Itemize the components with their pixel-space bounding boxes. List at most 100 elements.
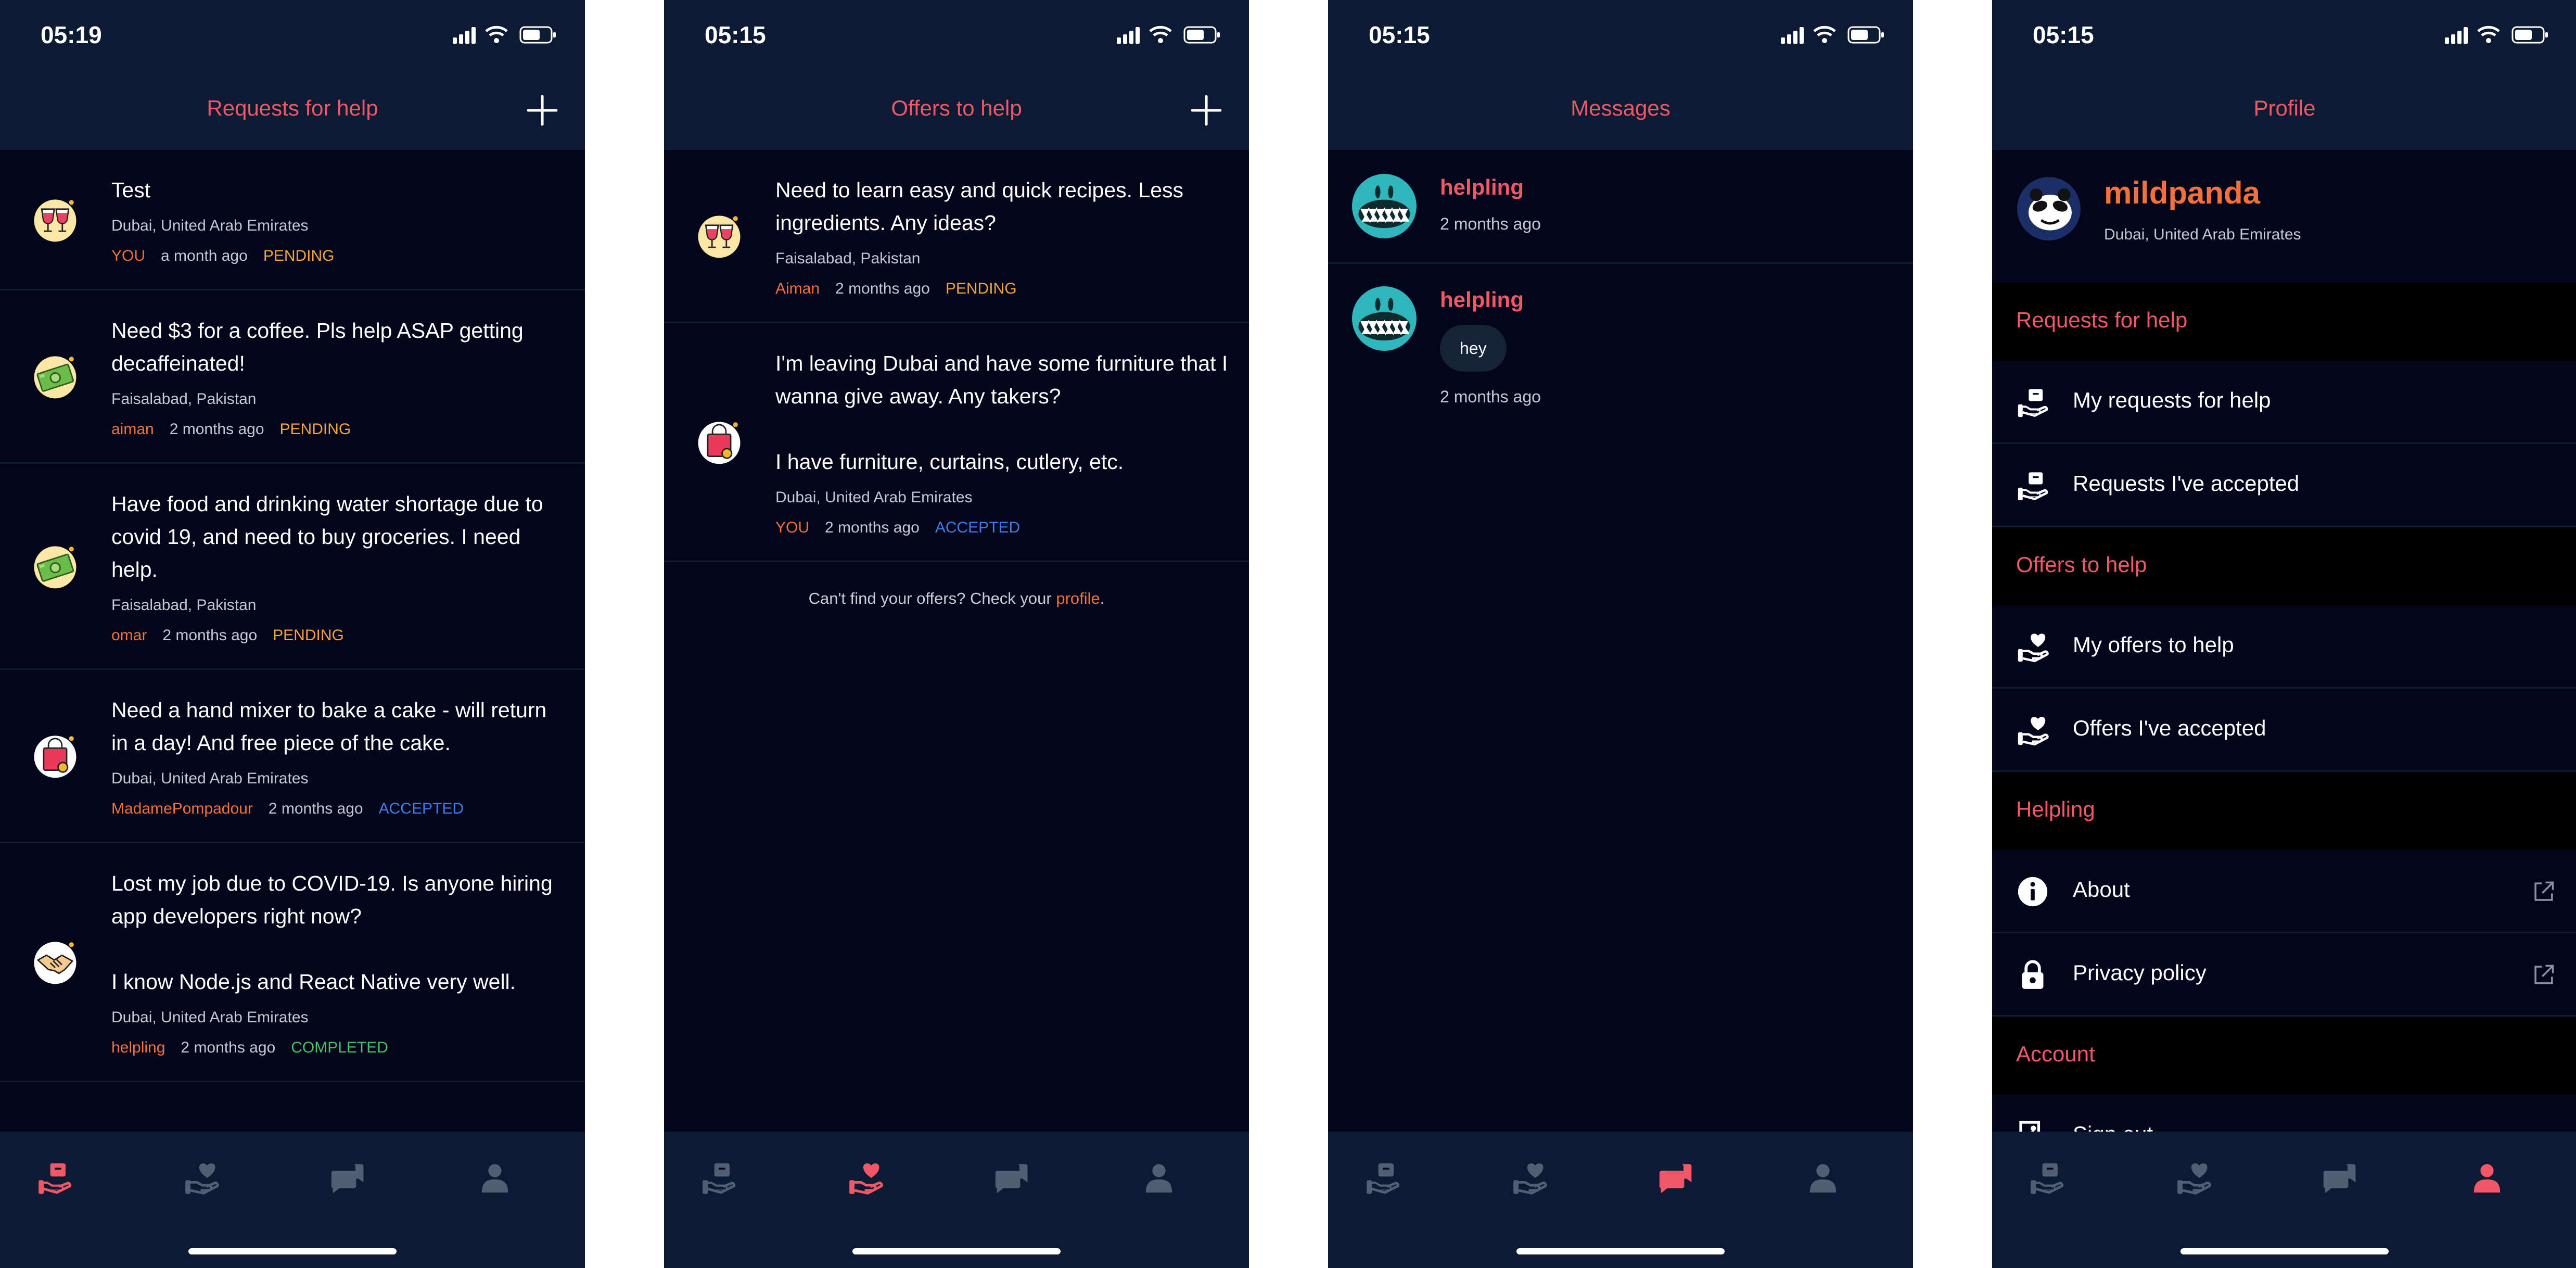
add-button[interactable] xyxy=(1190,94,1223,127)
menu-item[interactable]: Offers I've accepted xyxy=(1992,689,2576,772)
card-user[interactable]: Aiman xyxy=(775,280,820,297)
card-age: 2 months ago xyxy=(162,627,258,644)
section-header: Account xyxy=(1992,1017,2576,1095)
card-title: I'm leaving Dubai and have some furnitur… xyxy=(775,351,1228,474)
card-location: Faisalabad, Pakistan xyxy=(775,250,921,267)
tab-messages[interactable] xyxy=(2322,1160,2358,1196)
profile-link[interactable]: profile xyxy=(1056,589,1100,607)
card-title: Need to learn easy and quick recipes. Le… xyxy=(775,178,1184,235)
card-user[interactable]: MadamePompadour xyxy=(111,800,253,817)
tab-profile[interactable] xyxy=(1805,1160,1841,1196)
profile-header: mildpanda Dubai, United Arab Emirates xyxy=(1992,150,2576,283)
phone-screen-2: 05:15 Offers to help Need to learn easy an… xyxy=(664,0,1249,1268)
tab-profile[interactable] xyxy=(477,1160,513,1196)
plus-icon xyxy=(526,94,559,127)
request-card[interactable]: Need to learn easy and quick recipes. Le… xyxy=(664,150,1249,323)
signal-wifi-battery-icon xyxy=(453,23,562,46)
clock: 05:15 xyxy=(705,21,766,48)
add-button[interactable] xyxy=(526,94,559,127)
status-bar: 05:15 xyxy=(664,0,1249,73)
page-title: Profile xyxy=(2253,96,2316,120)
card-age: 2 months ago xyxy=(825,519,920,536)
signal-wifi-battery-icon xyxy=(1117,23,1226,46)
signal-wifi-battery-icon xyxy=(2445,23,2554,46)
tab-messages[interactable] xyxy=(330,1160,366,1196)
hand-heart-icon xyxy=(847,1160,884,1196)
card-user[interactable]: YOU xyxy=(111,247,145,264)
menu-item[interactable]: My requests for help xyxy=(1992,361,2576,444)
menu-label: My offers to help xyxy=(2073,632,2234,657)
phone-screen-4: 05:15 Profile mildpanda Dubai, United Arab … xyxy=(1992,0,2576,1268)
request-card[interactable]: Test Dubai, United Arab Emirates YOU a mont… xyxy=(0,150,585,290)
conversation-item[interactable]: helpling hey 2 months ago xyxy=(1328,262,1913,419)
menu-item[interactable]: Privacy policy xyxy=(1992,933,2576,1017)
tab-messages[interactable] xyxy=(1658,1160,1694,1196)
section-label: Requests for help xyxy=(2016,308,2188,332)
conversation-time: 2 months ago xyxy=(1440,214,1541,233)
section-header: Helpling xyxy=(1992,772,2576,850)
tab-offers[interactable] xyxy=(183,1160,220,1196)
wine-glass-icon xyxy=(695,212,743,260)
menu-item[interactable]: About xyxy=(1992,850,2576,933)
shopping-bag-icon xyxy=(31,732,79,780)
card-meta: helpling 2 months ago COMPLETED xyxy=(111,1039,388,1057)
info-icon xyxy=(2016,875,2049,908)
conversation-name: helpling xyxy=(1440,175,1524,199)
home-indicator xyxy=(188,1248,397,1254)
tab-profile[interactable] xyxy=(1141,1160,1177,1196)
status-badge: ACCEPTED xyxy=(935,519,1021,536)
external-link-icon xyxy=(2532,880,2555,903)
card-title: Need a hand mixer to bake a cake - will … xyxy=(111,698,547,755)
home-indicator xyxy=(2180,1248,2389,1254)
wine-glass-icon xyxy=(31,196,79,244)
card-user[interactable]: aiman xyxy=(111,421,154,438)
tab-messages[interactable] xyxy=(994,1160,1030,1196)
card-user[interactable]: omar xyxy=(111,627,147,644)
menu-item[interactable]: My offers to help xyxy=(1992,605,2576,689)
money-icon xyxy=(31,352,79,400)
tab-requests[interactable] xyxy=(1364,1160,1401,1196)
tab-offers[interactable] xyxy=(2175,1160,2212,1196)
tab-requests[interactable] xyxy=(36,1160,73,1196)
tab-bar xyxy=(0,1132,585,1268)
profile-location: Dubai, United Arab Emirates xyxy=(2104,226,2301,243)
status-badge: PENDING xyxy=(945,280,1017,297)
tab-profile[interactable] xyxy=(2469,1160,2505,1196)
conversation-item[interactable]: helpling 2 months ago xyxy=(1328,150,1913,264)
menu-label: Privacy policy xyxy=(2073,960,2207,985)
monster-avatar xyxy=(1352,286,1417,351)
person-icon xyxy=(1805,1160,1841,1196)
shopping-bag-icon xyxy=(695,418,743,466)
status-badge: PENDING xyxy=(273,627,344,644)
section-label: Helpling xyxy=(2016,797,2095,821)
card-location: Faisalabad, Pakistan xyxy=(111,390,257,408)
request-card[interactable]: Lost my job due to COVID-19. Is anyone h… xyxy=(0,843,585,1082)
hand-box-icon xyxy=(1364,1160,1401,1196)
home-indicator xyxy=(1516,1248,1725,1254)
phone-screen-3: 05:15 Messages helpling 2 months ago helplin… xyxy=(1328,0,1913,1268)
request-card[interactable]: I'm leaving Dubai and have some furnitur… xyxy=(664,323,1249,562)
tab-requests[interactable] xyxy=(700,1160,737,1196)
footer-end: . xyxy=(1100,589,1105,607)
tab-offers[interactable] xyxy=(847,1160,884,1196)
hand-heart-icon xyxy=(1511,1160,1548,1196)
request-card[interactable]: Have food and drinking water shortage du… xyxy=(0,464,585,670)
card-user[interactable]: YOU xyxy=(775,519,809,536)
status-bar: 05:19 xyxy=(0,0,585,73)
tab-offers[interactable] xyxy=(1511,1160,1548,1196)
plus-icon xyxy=(1190,94,1223,127)
request-card[interactable]: Need $3 for a coffee. Pls help ASAP gett… xyxy=(0,290,585,464)
request-card[interactable]: Need a hand mixer to bake a cake - will … xyxy=(0,670,585,843)
menu-item[interactable]: Requests I've accepted xyxy=(1992,444,2576,527)
tab-requests[interactable] xyxy=(2029,1160,2065,1196)
home-indicator xyxy=(852,1248,1061,1254)
clock: 05:19 xyxy=(41,21,102,48)
phone-screen-1: 05:19 Requests for help Test Dubai, United … xyxy=(0,0,585,1268)
card-age: 2 months ago xyxy=(181,1039,276,1056)
header: Messages xyxy=(1328,73,1913,150)
hand-box-icon xyxy=(36,1160,73,1196)
chat-bubbles-icon xyxy=(2322,1160,2358,1196)
panda-avatar xyxy=(2017,177,2081,240)
section-label: Account xyxy=(2016,1042,2095,1066)
card-user[interactable]: helpling xyxy=(111,1039,165,1056)
